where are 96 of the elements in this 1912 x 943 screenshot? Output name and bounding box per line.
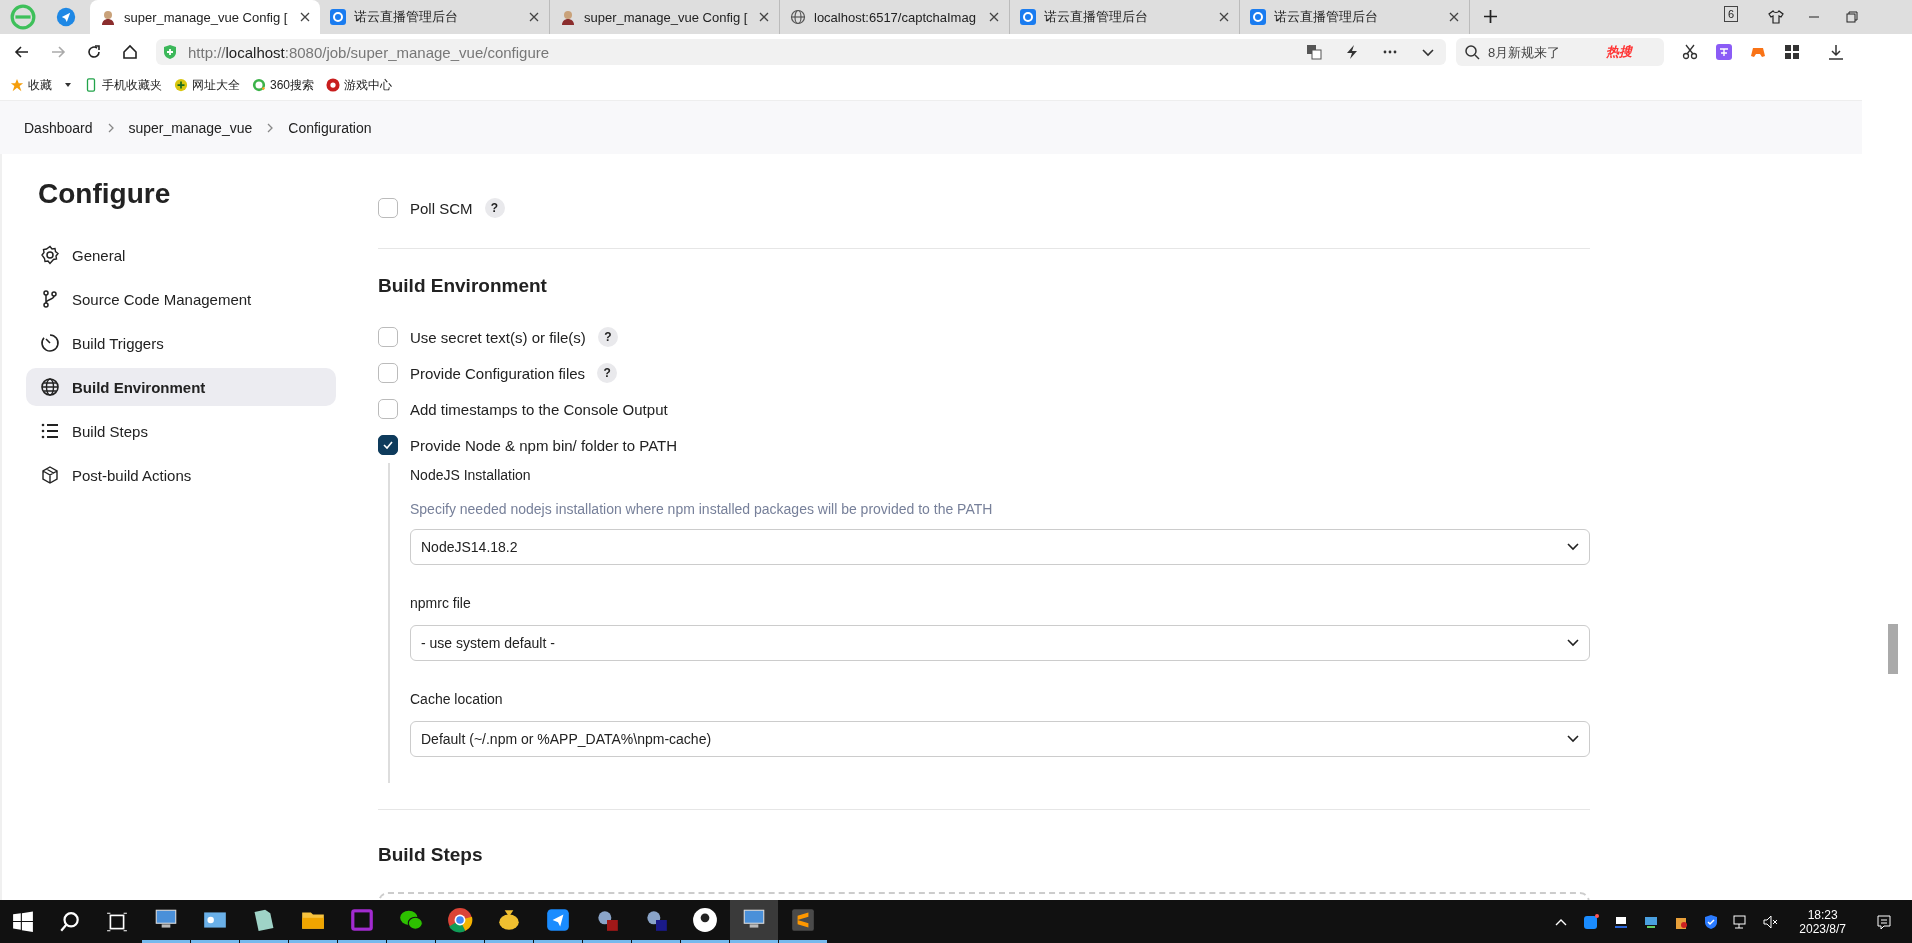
send-icon[interactable] (56, 7, 76, 27)
app-icon (330, 9, 346, 25)
close-icon[interactable] (300, 12, 310, 22)
checkbox[interactable] (378, 363, 398, 383)
grid-icon[interactable] (1784, 44, 1800, 60)
field-description: Specify needed nodejs installation where npm installed packages will be provided to the PATH (410, 501, 994, 517)
mute-icon[interactable] (1763, 913, 1780, 930)
breadcrumb-link[interactable]: Dashboard (24, 119, 93, 136)
scrollbar-thumb[interactable] (1888, 624, 1898, 674)
reload-icon[interactable] (86, 44, 102, 60)
bookmark-link[interactable]: 网址大全 (174, 76, 240, 94)
windows-start-icon[interactable] (12, 910, 34, 933)
person-icon (100, 9, 116, 25)
section-heading: Build Steps (378, 844, 484, 866)
dropdown[interactable]: - use system default - (410, 625, 1590, 661)
gear-icon (40, 245, 60, 265)
field-label: Cache location (410, 691, 504, 707)
restore-icon[interactable] (1844, 9, 1860, 25)
caret-icon[interactable] (64, 81, 72, 89)
browser-tab[interactable]: super_manage_vue Config [ (90, 0, 320, 34)
translate-app-icon[interactable] (1716, 44, 1732, 60)
page-title: Configure (38, 178, 172, 210)
field-label: npmrc file (410, 595, 472, 611)
section-heading: Build Environment (378, 275, 548, 297)
bookmark-link[interactable]: 360搜索 (252, 76, 315, 94)
ring-icon (252, 78, 266, 92)
chevron-down-icon (1567, 543, 1579, 551)
close-icon[interactable] (529, 12, 539, 22)
shield-icon (162, 44, 178, 60)
checkbox-label: Add timestamps to the Console Output (410, 400, 668, 418)
chevron-right-icon (266, 121, 275, 134)
close-icon[interactable] (989, 12, 999, 22)
sidebar-item[interactable]: Post-build Actions (26, 456, 336, 494)
person-icon (560, 9, 576, 25)
globe-icon (40, 377, 60, 397)
chevron-down-icon (1567, 639, 1579, 647)
dropdown[interactable]: Default (~/.npm or %APP_DATA%\npm-cache) (410, 721, 1590, 757)
shirt-icon[interactable] (1768, 9, 1784, 25)
bookmark-link[interactable]: 手机收藏夹 (84, 76, 162, 94)
download-icon[interactable] (1828, 44, 1844, 60)
checkbox[interactable] (378, 399, 398, 419)
back-icon[interactable] (14, 44, 30, 60)
checkbox[interactable] (378, 435, 398, 455)
url-text: http://localhost:8080/job/super_manage_vue/configure (188, 43, 550, 61)
task-view-icon[interactable] (106, 910, 128, 933)
search-icon (1464, 44, 1480, 60)
sidebar-item[interactable]: Build Triggers (26, 324, 336, 362)
list-icon (40, 421, 60, 441)
notification-icon[interactable] (1876, 913, 1892, 930)
field-label: NodeJS Installation (410, 467, 532, 483)
branch-icon (40, 289, 60, 309)
scissors-icon[interactable] (1682, 44, 1698, 60)
app-icon (1020, 9, 1036, 25)
checkbox-label: Use secret text(s) or file(s) (410, 328, 586, 346)
bookmark-link[interactable]: 收藏 (10, 76, 72, 94)
breadcrumb-link[interactable]: super_manage_vue (128, 119, 253, 136)
checkmark-icon (382, 439, 394, 451)
phone-icon (84, 78, 98, 92)
checkbox-label: Provide Node & npm bin/ folder to PATH (410, 436, 678, 454)
shield-icon[interactable] (1703, 913, 1720, 930)
close-icon[interactable] (759, 12, 769, 22)
help-button[interactable]: ? (597, 363, 618, 383)
star-icon (10, 78, 24, 92)
home-icon[interactable] (122, 44, 138, 60)
taskbar-app-icon[interactable] (730, 900, 778, 943)
bookmark-link[interactable]: 游戏中心 (326, 76, 393, 94)
translate-icon[interactable] (1306, 44, 1322, 60)
app-icon (1250, 9, 1266, 25)
help-button[interactable]: ? (597, 327, 618, 347)
game-icon (326, 78, 341, 92)
system-clock[interactable]: 18:23 2023/8/7 (1799, 907, 1846, 936)
search-icon[interactable] (59, 910, 81, 933)
address-bar[interactable]: http://localhost:8080/job/super_manage_vue/configure (156, 39, 1446, 65)
plus-circle-icon (174, 78, 188, 92)
lightning-icon[interactable] (1344, 44, 1360, 60)
close-icon[interactable] (1449, 12, 1459, 22)
timer-icon (40, 333, 60, 353)
checkbox-label: Provide Configuration files (410, 364, 586, 382)
checkbox[interactable] (378, 198, 398, 218)
checkbox-label: Poll SCM (410, 199, 473, 217)
app-tray-icon[interactable] (1583, 913, 1600, 930)
breadcrumb-link[interactable]: Configuration (288, 119, 372, 136)
chevron-down-icon (1567, 735, 1579, 743)
sidebar-item[interactable]: Source Code Management (26, 280, 336, 318)
help-button[interactable]: ? (484, 198, 505, 218)
close-icon[interactable] (1219, 12, 1229, 22)
sidebar-item[interactable]: General (26, 236, 336, 274)
checkbox[interactable] (378, 327, 398, 347)
package-icon (40, 465, 60, 485)
dropdown[interactable]: NodeJS14.18.2 (410, 529, 1590, 565)
chevron-right-icon (106, 121, 115, 134)
tab-count[interactable]: 6 (1723, 6, 1738, 22)
sidebar-item[interactable]: Build Environment (26, 368, 336, 406)
globe-icon (790, 9, 806, 25)
new-tab-icon[interactable] (1484, 10, 1497, 23)
sidebar-item[interactable]: Build Steps (26, 412, 336, 450)
